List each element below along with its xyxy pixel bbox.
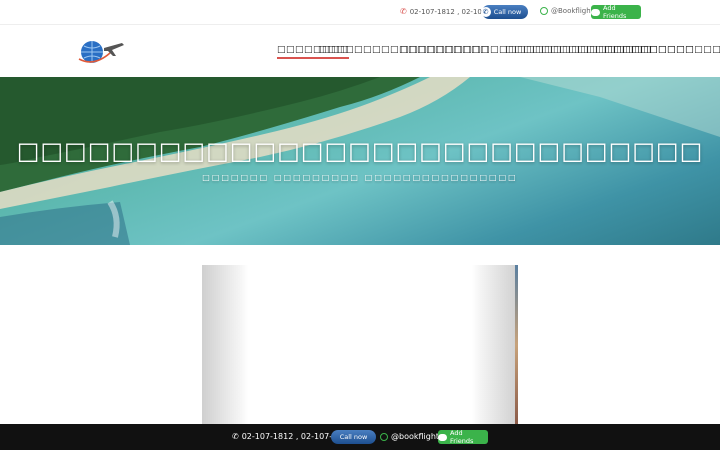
line-icon bbox=[380, 432, 388, 441]
bottom-call-now-button[interactable]: Call now bbox=[331, 430, 376, 444]
slider-right-edge bbox=[472, 265, 518, 425]
hero-banner: □□□□□□□□□□□□□□□□□□□□□□□□□□□□□ □□□□□□□ □□… bbox=[0, 77, 720, 245]
hero-subtitle: □□□□□□□ □□□□□□□□□ □□□□□□□□□□□□□□□□ bbox=[202, 173, 518, 182]
globe-plane-logo[interactable] bbox=[76, 37, 126, 67]
top-contact-bar: ✆ 02-107-1812 , 02-107-1813 ✆ Call now @… bbox=[0, 0, 720, 25]
add-friends-label: Add Friends bbox=[603, 4, 627, 20]
content-slider[interactable] bbox=[202, 265, 518, 425]
bottom-line-id-link[interactable]: @bookflights bbox=[380, 432, 443, 441]
call-now-button[interactable]: ✆ Call now bbox=[480, 5, 528, 19]
site-header: □□□□□□□□ □□□□□□□□□□□□□□□□□□□ □□□□□□□□□□□… bbox=[0, 25, 720, 77]
hero-title: □□□□□□□□□□□□□□□□□□□□□□□□□□□□□ bbox=[16, 137, 704, 165]
bottom-contact-bar: ✆ 02-107-1812 , 02-107-1813 Call now @bo… bbox=[0, 424, 720, 450]
bottom-call-now-label: Call now bbox=[339, 433, 368, 441]
bottom-add-friends-label: Add Friends bbox=[450, 429, 474, 445]
phone-icon: ✆ bbox=[232, 432, 239, 441]
line-id-link[interactable]: @Bookflights bbox=[540, 7, 597, 15]
add-friends-button[interactable]: Add Friends bbox=[591, 4, 641, 20]
line-bubble-icon bbox=[591, 8, 600, 16]
phone-icon: ✆ bbox=[480, 7, 491, 17]
phone-icon: ✆ bbox=[400, 7, 407, 16]
bottom-add-friends-button[interactable]: Add Friends bbox=[438, 429, 488, 445]
slider-left-edge bbox=[202, 265, 248, 425]
call-now-label: Call now bbox=[493, 8, 522, 16]
line-bubble-icon bbox=[438, 433, 447, 441]
bottom-line-id-text: @bookflights bbox=[391, 432, 444, 441]
nav-item-5[interactable]: □□□□□□□□□□ bbox=[604, 45, 694, 55]
line-icon bbox=[540, 7, 548, 15]
next-slide-preview bbox=[515, 265, 518, 425]
